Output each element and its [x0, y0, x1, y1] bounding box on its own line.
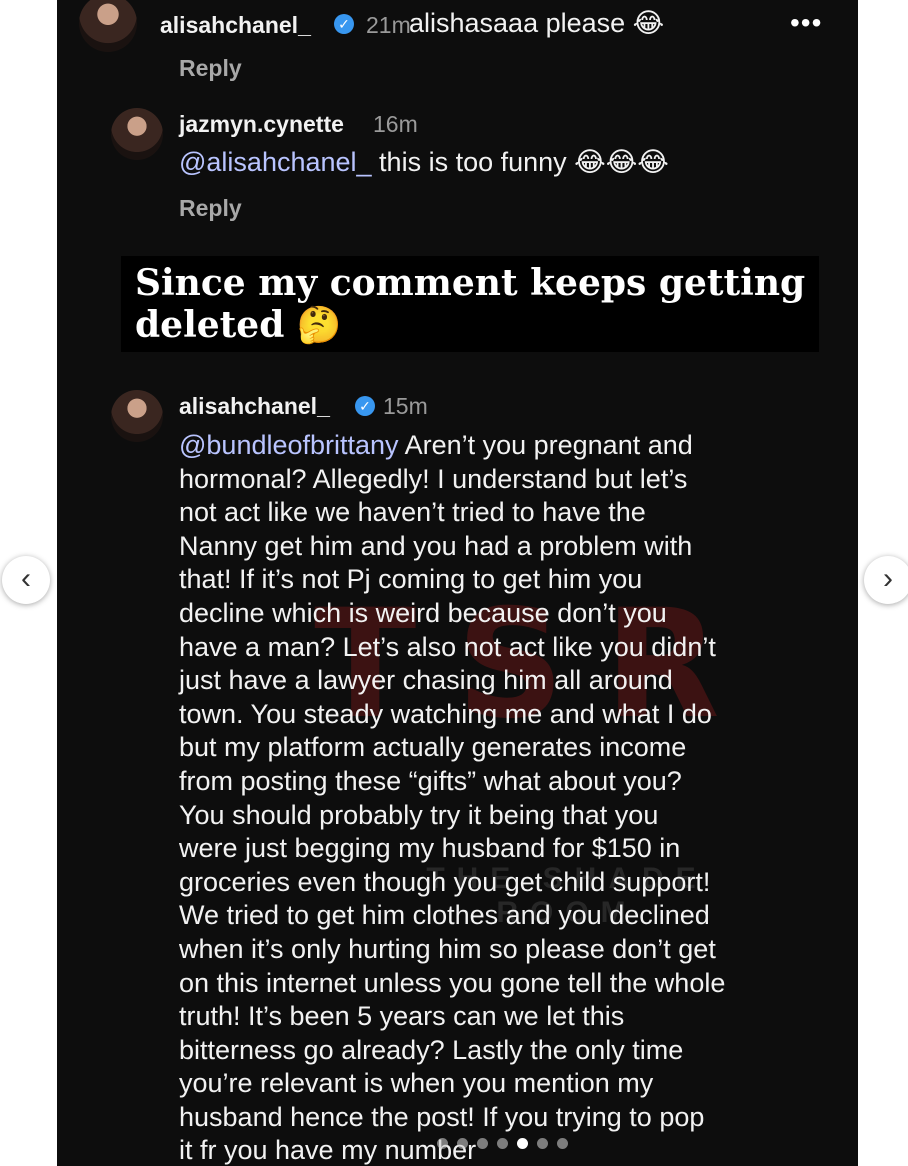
comment-line: hormonal? Allegedly! I understand but le…: [179, 463, 688, 494]
caption-line: deleted 🤔: [135, 304, 342, 346]
comment-line: truth! It’s been 5 years can we let this: [179, 1001, 625, 1032]
previous-arrow-icon[interactable]: ‹: [2, 556, 50, 604]
comment-line: Nanny get him and you had a problem with: [179, 530, 693, 561]
comment-line: decline which is weird because don’t you: [179, 597, 667, 628]
comment-line: were just begging my husband for $150 in: [179, 833, 681, 864]
comment-line: town. You steady watching me and what I …: [179, 698, 712, 729]
comment-line: have a man? Let’s also not act like you …: [179, 631, 716, 662]
comment-time: 15m: [383, 393, 428, 419]
comment-line: that! If it’s not Pj coming to get him y…: [179, 564, 643, 595]
comment-body: this is too funny 😂😂😂: [371, 147, 669, 177]
comment-line: you’re relevant is when you mention my: [179, 1068, 654, 1099]
reply-button[interactable]: Reply: [179, 55, 242, 82]
comment-line: groceries even though you get child supp…: [179, 866, 711, 897]
more-options-icon[interactable]: •••: [790, 7, 822, 39]
comment-body: @bundleofbrittany Aren’t you pregnant an…: [179, 429, 725, 1166]
comment-line: You should probably try it being that yo…: [179, 799, 659, 830]
comment-username[interactable]: alisahchanel_: [160, 12, 311, 39]
carousel-dot: [437, 1138, 448, 1149]
comment-text: @alisahchanel_ this is too funny 😂😂😂: [179, 147, 669, 178]
comment-line: bitterness go already? Lastly the only t…: [179, 1034, 684, 1065]
comment-line: We tried to get him clothes and you decl…: [179, 900, 710, 931]
comment-time: 16m: [373, 111, 418, 137]
comment-time: 21m: [366, 12, 411, 38]
avatar[interactable]: [111, 390, 163, 442]
carousel-dot: [497, 1138, 508, 1149]
comment-line: but my platform actually generates incom…: [179, 732, 687, 763]
carousel-dots: [437, 1138, 568, 1149]
comment-line: husband hence the post! If you trying to…: [179, 1101, 705, 1132]
comment-username[interactable]: alisahchanel_: [179, 393, 330, 420]
carousel-dot-active: [517, 1138, 528, 1149]
story-caption: Since my comment keeps getting deleted 🤔: [121, 256, 820, 352]
mention-link[interactable]: @alisahchanel_: [179, 147, 372, 177]
comment-line: just have a lawyer chasing him all aroun…: [179, 665, 673, 696]
comment-text: alishasaaa please 😂: [409, 8, 665, 38]
carousel-dot: [457, 1138, 468, 1149]
comment-line: on this internet unless you gone tell th…: [179, 967, 726, 998]
carousel-dot: [477, 1138, 488, 1149]
comment-line: @bundleofbrittany Aren’t you pregnant an…: [179, 430, 693, 460]
next-arrow-icon[interactable]: ›: [864, 556, 908, 604]
comment-line: not act like we haven’t tried to have th…: [179, 497, 646, 528]
reply-button[interactable]: Reply: [179, 195, 242, 222]
carousel-dot: [537, 1138, 548, 1149]
comment-line: from posting these “gifts” what about yo…: [179, 765, 682, 796]
avatar[interactable]: [111, 108, 163, 160]
caption-line: Since my comment keeps getting: [135, 262, 806, 304]
carousel-dot: [557, 1138, 568, 1149]
verified-badge-icon: ✓: [334, 14, 354, 34]
comment-line: when it’s only hurting him so please don…: [179, 933, 716, 964]
comment-username[interactable]: jazmyn.cynette: [179, 111, 344, 138]
story-frame: TSR THE SHADE ROOM alisahchanel_ ✓ 21m a…: [57, 0, 858, 1166]
verified-badge-icon: ✓: [355, 396, 375, 416]
mention-link[interactable]: @bundleofbrittany: [179, 430, 399, 460]
avatar[interactable]: [79, 0, 137, 52]
